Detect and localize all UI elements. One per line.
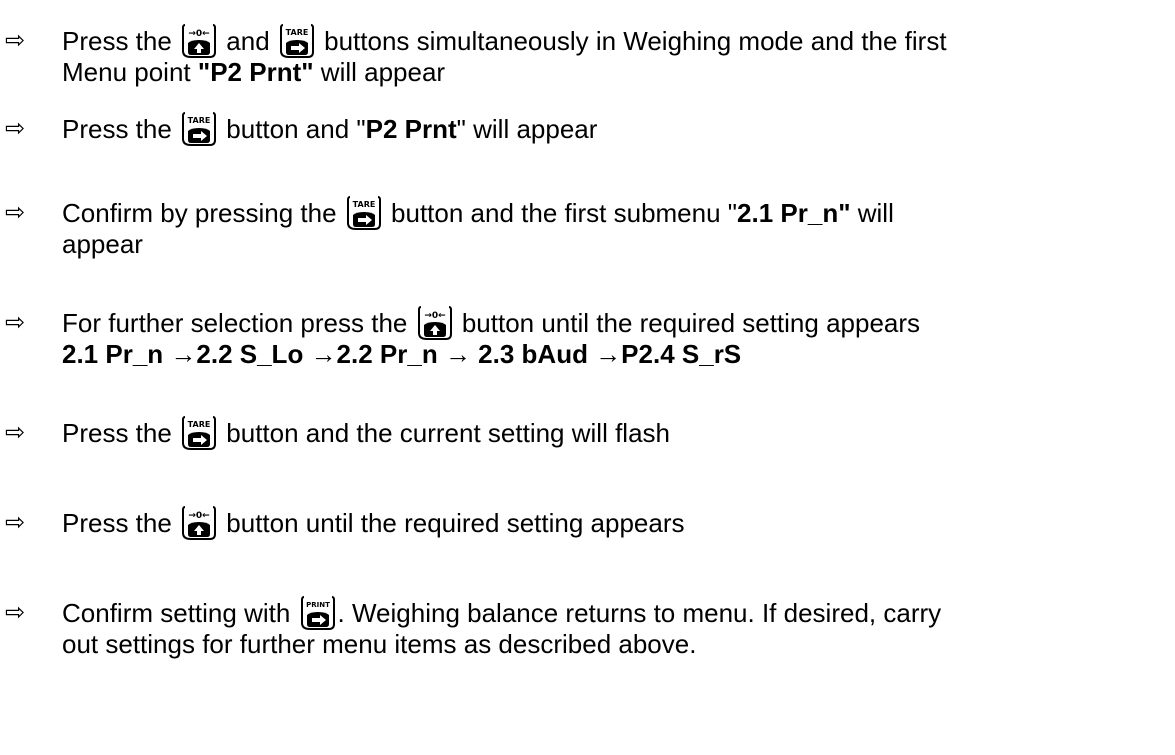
step-7-line-2: out settings for further menu items as d… bbox=[62, 629, 697, 659]
bullet-arrow-icon: ⇨ bbox=[4, 26, 26, 54]
step-6-line-1: Press the →0← button until the required … bbox=[62, 506, 685, 540]
svg-text:→0←: →0← bbox=[424, 311, 446, 321]
svg-text:TARE: TARE bbox=[188, 116, 211, 125]
step-5-line-1: Press the TARE button and the current se… bbox=[62, 416, 670, 450]
step-3-line-1: Confirm by pressing the TARE button and … bbox=[62, 196, 894, 230]
step-2-line-1: Press the TARE button and "P2 Prnt" will… bbox=[62, 112, 598, 146]
step-4-line-1: For further selection press the →0← butt… bbox=[62, 306, 921, 340]
step-3-line-2: appear bbox=[62, 229, 143, 259]
svg-text:TARE: TARE bbox=[188, 420, 211, 429]
bullet-arrow-icon: ⇨ bbox=[4, 308, 26, 336]
svg-text:→0←: →0← bbox=[188, 29, 210, 39]
tare-button-icon: TARE bbox=[182, 112, 217, 146]
bullet-arrow-icon: ⇨ bbox=[4, 598, 26, 626]
zero-button-icon: →0← bbox=[182, 506, 217, 540]
zero-button-icon: →0← bbox=[417, 306, 452, 340]
bullet-arrow-icon: ⇨ bbox=[4, 198, 26, 226]
tare-button-icon: TARE bbox=[346, 196, 381, 230]
svg-text:→0←: →0← bbox=[188, 511, 210, 521]
bullet-arrow-icon: ⇨ bbox=[4, 508, 26, 536]
bullet-arrow-icon: ⇨ bbox=[4, 114, 26, 142]
tare-button-icon: TARE bbox=[182, 416, 217, 450]
step-4-line-2: 2.1 Pr_n →2.2 S_Lo →2.2 Pr_n → 2.3 bAud … bbox=[62, 339, 742, 369]
step-1-line-1: Press the →0← and TARE buttons simultane… bbox=[62, 24, 947, 58]
step-1-line-2: Menu point "P2 Prnt" will appear bbox=[62, 57, 446, 87]
tare-button-icon: TARE bbox=[279, 24, 314, 58]
print-button-icon: PRINT bbox=[300, 596, 335, 630]
zero-button-icon: →0← bbox=[182, 24, 217, 58]
svg-text:TARE: TARE bbox=[286, 28, 309, 37]
bullet-arrow-icon: ⇨ bbox=[4, 418, 26, 446]
step-7-line-1: Confirm setting with PRINT. Weighing bal… bbox=[62, 596, 942, 630]
svg-text:PRINT: PRINT bbox=[306, 601, 330, 609]
svg-text:TARE: TARE bbox=[352, 200, 375, 209]
